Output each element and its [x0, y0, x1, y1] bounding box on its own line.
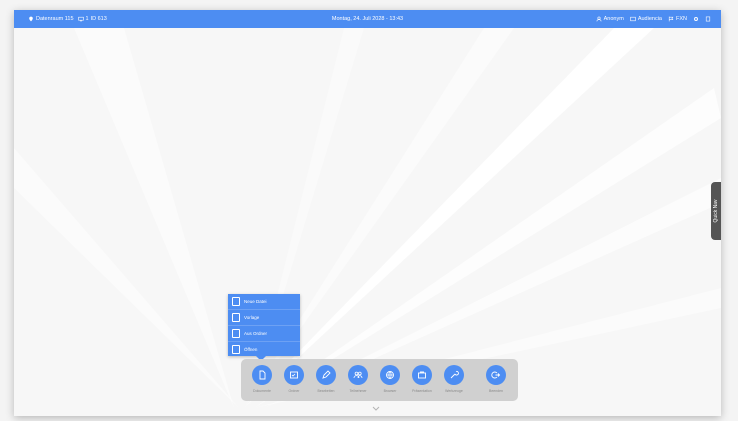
wrench-icon	[444, 365, 464, 385]
menu-item-open[interactable]: Öffnen	[228, 342, 300, 357]
dock-button-browser[interactable]: Browser	[379, 365, 401, 393]
exit-icon	[486, 365, 506, 385]
menu-item-label: Neue Datei	[244, 299, 267, 304]
menu-item-label: Öffnen	[244, 347, 258, 352]
new-file-icon	[232, 297, 240, 306]
dock-label: Dokumente	[253, 389, 271, 393]
dock-button-exit[interactable]: Beenden	[485, 365, 507, 393]
dock-label: Teilnehmer	[349, 389, 367, 393]
globe-icon	[380, 365, 400, 385]
folder-icon	[284, 365, 304, 385]
menu-item-from-folder[interactable]: Aus Ordner	[228, 326, 300, 342]
audience-icon	[630, 16, 636, 22]
briefcase-icon	[412, 365, 432, 385]
menu-item-label: Aus Ordner	[244, 331, 268, 336]
template-icon	[232, 313, 240, 322]
open-file-icon	[232, 345, 240, 354]
menu-icon[interactable]	[705, 16, 711, 22]
people-icon	[348, 365, 368, 385]
flag-label: FXN	[676, 16, 687, 22]
gear-icon[interactable]	[693, 16, 699, 22]
side-quick-tab[interactable]: Quick Nav	[711, 182, 721, 240]
user-icon	[596, 16, 602, 22]
chevron-down-icon[interactable]	[372, 406, 380, 411]
dock-label: Präsentation	[412, 389, 432, 393]
dock-button-participants[interactable]: Teilnehmer	[347, 365, 369, 393]
document-icon	[252, 365, 272, 385]
side-tab-label: Quick Nav	[713, 199, 719, 223]
dock-button-presentation[interactable]: Präsentation	[411, 365, 433, 393]
bottom-dock: Dokumente Ordner Bearbeiten Teilnehmer B…	[241, 359, 518, 401]
topbar-right: Anonym Audiencia FXN	[596, 16, 711, 22]
dock-button-folder[interactable]: Ordner	[283, 365, 305, 393]
menu-item-label: Vorlage	[244, 315, 260, 320]
audience-label: Audiencia	[637, 16, 662, 22]
dock-label: Werkzeuge	[445, 389, 463, 393]
folder-icon	[232, 329, 240, 338]
app-window: Datenraum 115 1 ID 613 Montag, 24. Juli …	[14, 10, 721, 416]
pencil-icon	[316, 365, 336, 385]
audience-toggle[interactable]: Audiencia	[630, 16, 662, 22]
document-popup-menu: Neue Datei Vorlage Aus Ordner Öffnen	[228, 294, 300, 361]
dock-label: Ordner	[288, 389, 300, 393]
anonymous-toggle[interactable]: Anonym	[596, 16, 624, 22]
dock-button-tools[interactable]: Werkzeuge	[443, 365, 465, 393]
dock-label: Bearbeiten	[317, 389, 335, 393]
flag-selector[interactable]: FXN	[668, 16, 687, 22]
flag-icon	[668, 16, 674, 22]
dock-button-edit[interactable]: Bearbeiten	[315, 365, 337, 393]
menu-item-template[interactable]: Vorlage	[228, 310, 300, 326]
dock-label: Beenden	[488, 389, 503, 393]
dock-label: Browser	[383, 389, 397, 393]
menu-item-new-file[interactable]: Neue Datei	[228, 294, 300, 310]
dock-button-documents[interactable]: Dokumente	[251, 365, 273, 393]
top-bar: Datenraum 115 1 ID 613 Montag, 24. Juli …	[14, 10, 721, 28]
background-rays	[14, 28, 721, 408]
anonymous-label: Anonym	[603, 16, 624, 22]
